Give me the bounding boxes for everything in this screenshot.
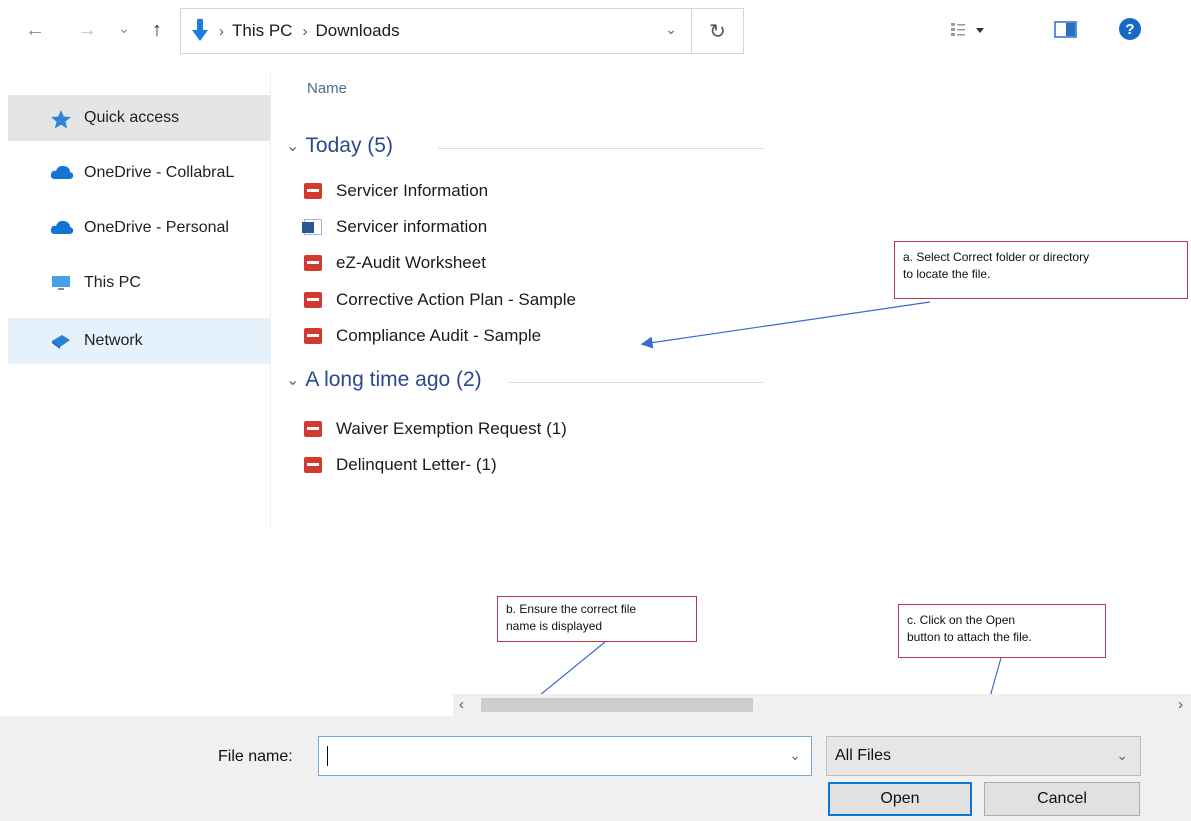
file-name: Servicer Information xyxy=(336,181,489,200)
file-name: eZ-Audit Worksheet xyxy=(336,253,486,272)
breadcrumb-separator-icon: › xyxy=(219,22,224,40)
chevron-down-icon: ⌄ xyxy=(1116,747,1128,763)
annotation-a-callout: a. Select Correct folder or directory to… xyxy=(894,241,1188,299)
sidebar-divider xyxy=(270,70,271,530)
sidebar-item-onedrive-collabral[interactable]: OneDrive - CollabraL xyxy=(8,150,270,196)
chevron-down-icon: ⌄ xyxy=(286,138,300,155)
annotation-c-callout: c. Click on the Open button to attach th… xyxy=(898,604,1106,658)
scroll-left-icon[interactable]: ‹ xyxy=(459,696,464,713)
group-header-a-long-time-ago[interactable]: ⌄ A long time ago (2) xyxy=(286,368,482,392)
cloud-icon xyxy=(50,219,74,237)
file-row[interactable]: Servicer Information xyxy=(304,176,488,206)
refresh-icon: ↻ xyxy=(709,20,726,43)
breadcrumb-this-pc[interactable]: This PC xyxy=(232,21,292,41)
sidebar-item-quick-access[interactable]: Quick access xyxy=(8,95,270,141)
annotation-text: b. Ensure the correct file xyxy=(506,602,637,616)
network-icon xyxy=(50,332,74,350)
breadcrumb-separator-icon: › xyxy=(302,22,308,40)
pdf-file-icon xyxy=(304,421,322,437)
cloud-icon xyxy=(50,164,74,182)
annotation-text: name is displayed xyxy=(506,619,603,633)
group-header-today[interactable]: ⌄ Today (5) xyxy=(286,134,393,158)
preview-pane-icon xyxy=(1054,21,1077,38)
sidebar-item-label: Network xyxy=(84,332,143,349)
annotation-text: to locate the file. xyxy=(903,267,991,281)
annotation-b-callout: b. Ensure the correct file name is displ… xyxy=(497,596,697,642)
file-name: Corrective Action Plan - Sample xyxy=(336,290,576,309)
file-type-select[interactable]: All Files ⌄ xyxy=(826,736,1141,776)
open-button[interactable]: Open xyxy=(828,782,972,816)
pdf-file-icon xyxy=(304,457,322,473)
word-file-icon xyxy=(302,219,322,235)
breadcrumb-downloads[interactable]: Downloads xyxy=(315,21,399,41)
sidebar-item-network[interactable]: Network xyxy=(8,318,270,364)
refresh-button[interactable]: ↻ xyxy=(692,8,744,54)
file-row[interactable]: eZ-Audit Worksheet xyxy=(304,248,486,278)
up-button[interactable]: ↑ xyxy=(146,20,168,40)
sidebar-item-label: OneDrive - Personal xyxy=(84,219,229,236)
cancel-button[interactable]: Cancel xyxy=(984,782,1140,816)
file-name: Compliance Audit - Sample xyxy=(336,326,542,345)
file-name: Waiver Exemption Request (1) xyxy=(336,419,567,438)
address-bar[interactable]: › This PC › Downloads ⌄ xyxy=(180,8,692,54)
file-name: Servicer information xyxy=(336,217,488,236)
sidebar-item-label: OneDrive - CollabraL xyxy=(84,164,235,181)
computer-icon xyxy=(50,274,74,292)
horizontal-scrollbar[interactable]: ‹ › xyxy=(453,694,1191,716)
sidebar-item-label: This PC xyxy=(84,274,141,291)
forward-button[interactable]: → xyxy=(76,20,98,40)
pdf-file-icon xyxy=(304,255,322,271)
recent-locations-button[interactable]: ⌄ xyxy=(115,18,133,38)
view-list-icon xyxy=(951,23,984,36)
back-button[interactable]: ← xyxy=(24,20,46,40)
scrollbar-thumb[interactable] xyxy=(481,698,753,712)
help-button[interactable]: ? xyxy=(1118,17,1142,41)
file-type-value: All Files xyxy=(835,747,892,764)
pdf-file-icon xyxy=(304,328,322,344)
view-options-button[interactable] xyxy=(949,19,993,41)
group-title: Today (5) xyxy=(305,134,393,157)
sidebar-item-onedrive-personal[interactable]: OneDrive - Personal xyxy=(8,205,270,251)
annotation-text: button to attach the file. xyxy=(907,630,1032,644)
sidebar-item-this-pc[interactable]: This PC xyxy=(8,260,270,306)
group-divider xyxy=(438,148,764,149)
file-name-label: File name: xyxy=(218,748,293,765)
file-row[interactable]: Waiver Exemption Request (1) xyxy=(304,414,567,444)
annotation-a-arrow xyxy=(640,301,931,349)
pdf-file-icon xyxy=(304,292,322,308)
text-caret xyxy=(327,746,328,766)
annotation-text: a. Select Correct folder or directory xyxy=(903,250,1090,264)
address-dropdown-icon[interactable]: ⌄ xyxy=(665,21,677,38)
group-divider xyxy=(508,382,764,383)
file-name: Delinquent Letter- (1) xyxy=(336,455,497,474)
file-row[interactable]: Delinquent Letter- (1) xyxy=(304,450,497,480)
pdf-file-icon xyxy=(304,183,322,199)
star-icon xyxy=(50,109,74,129)
download-folder-icon xyxy=(191,18,209,44)
chevron-down-icon: ⌄ xyxy=(286,372,300,389)
file-row[interactable]: Compliance Audit - Sample xyxy=(304,321,541,351)
annotation-text: c. Click on the Open xyxy=(907,613,1016,627)
sidebar-item-label: Quick access xyxy=(84,109,180,126)
column-header-name[interactable]: Name xyxy=(307,80,347,97)
group-title: A long time ago (2) xyxy=(305,368,482,391)
svg-text:?: ? xyxy=(1125,21,1134,38)
file-row[interactable]: Corrective Action Plan - Sample xyxy=(304,285,576,315)
file-row[interactable]: Servicer information xyxy=(302,212,488,242)
chevron-down-icon[interactable]: ⌄ xyxy=(789,747,801,764)
file-name-input[interactable]: ⌄ xyxy=(318,736,812,776)
help-icon: ? xyxy=(1119,18,1141,40)
scroll-right-icon[interactable]: › xyxy=(1178,696,1183,713)
preview-pane-button[interactable] xyxy=(1054,20,1078,40)
